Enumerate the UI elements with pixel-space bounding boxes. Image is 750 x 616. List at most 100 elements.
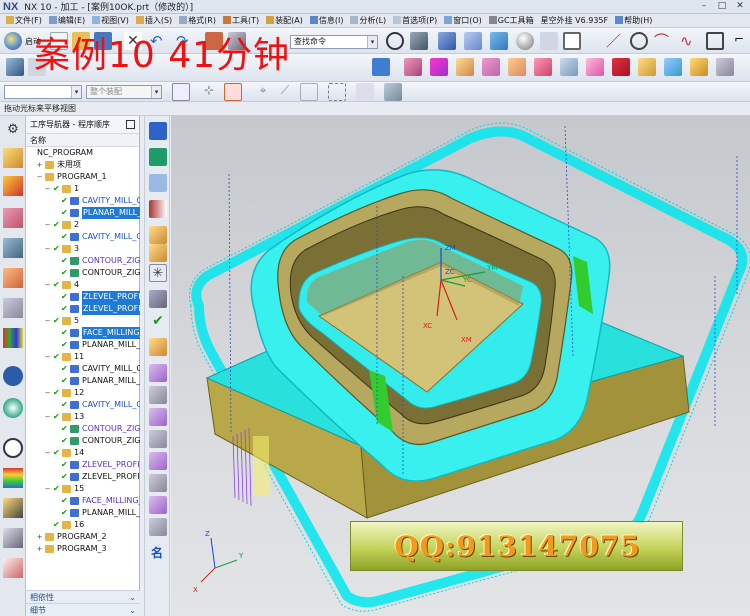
tree-row[interactable]: − ✔ 5 [26, 315, 140, 327]
machine-navigator-icon[interactable] [3, 176, 23, 196]
machine-tool-icon[interactable] [690, 58, 708, 76]
menu-assembly[interactable]: 装配(A) [264, 15, 305, 26]
tree-row[interactable]: − ✔ 12 [26, 387, 140, 399]
chevron-down-icon[interactable]: ▾ [367, 36, 377, 48]
collapse-icon[interactable]: − [44, 183, 51, 195]
menu-info[interactable]: 信息(I) [308, 15, 346, 26]
tree-row[interactable]: ✔ ZLEVEL_PROFILI [26, 459, 140, 471]
method-icon[interactable] [716, 58, 734, 76]
tree-row[interactable]: ✔ FACE_MILLING_ [26, 327, 140, 339]
curve-icon[interactable]: ∿ [680, 32, 698, 50]
tree-row[interactable]: ✔ CONTOUR_ZIGZ [26, 267, 140, 279]
tree-row[interactable]: ✔ CAVITY_MILL_C [26, 399, 140, 411]
tree-row[interactable]: − ✔ 4 [26, 279, 140, 291]
verify-path-icon[interactable] [430, 58, 448, 76]
tree-row[interactable]: − ✔ 14 [26, 447, 140, 459]
verify-check-icon[interactable]: ✔ [149, 312, 167, 330]
menu-gc-toolbox[interactable]: GC工具箱 [487, 15, 536, 26]
program-view-icon[interactable] [149, 174, 167, 192]
tree-row[interactable]: − ✔ 2 [26, 219, 140, 231]
postprocess-op-icon[interactable] [149, 338, 167, 356]
generate-icon[interactable] [149, 290, 167, 308]
view-style-icon[interactable] [563, 32, 581, 50]
tree-row[interactable]: ✔ CONTOUR_ZIGZ [26, 435, 140, 447]
chevron-down-icon[interactable]: ⌄ [129, 604, 136, 616]
expand-icon[interactable]: + [36, 159, 43, 171]
collapse-icon[interactable]: − [44, 483, 51, 495]
collapse-icon[interactable]: − [44, 315, 51, 327]
tree-row[interactable]: − ✔ 15 [26, 483, 140, 495]
history-icon[interactable] [3, 398, 23, 418]
tool-holder-icon[interactable] [638, 58, 656, 76]
create-method-icon[interactable] [149, 148, 167, 166]
method-view-icon[interactable] [149, 244, 167, 262]
rectangle-icon[interactable] [706, 32, 724, 50]
reuse-library-icon[interactable] [3, 298, 23, 318]
tree-row[interactable]: ✔ PLANAR_MILL_C [26, 507, 140, 519]
shop-doc-icon[interactable] [534, 58, 552, 76]
library-books-icon[interactable] [3, 328, 23, 348]
cube-view-icon[interactable] [490, 32, 508, 50]
create-program-icon[interactable] [6, 58, 24, 76]
collapse-icon[interactable]: − [44, 447, 51, 459]
menu-tools[interactable]: 工具(T) [221, 15, 261, 26]
arc-icon[interactable]: ⌒ [654, 32, 672, 50]
clock-icon[interactable] [3, 438, 23, 458]
tree-row[interactable]: ✔ PLANAR_MILL_C [26, 375, 140, 387]
geometry-view-icon[interactable] [149, 226, 167, 244]
tree-row[interactable]: − ✔ 13 [26, 411, 140, 423]
maximize-icon[interactable]: □ [714, 0, 730, 12]
menu-view[interactable]: 视图(V) [90, 15, 131, 26]
menu-file[interactable]: 文件(F) [4, 15, 44, 26]
sphere-icon[interactable] [516, 32, 534, 50]
cut-op-icon[interactable] [149, 386, 167, 404]
assembly-navigator-icon[interactable] [3, 238, 23, 258]
feature-navigator-icon[interactable] [3, 208, 23, 228]
role-icon[interactable] [3, 498, 23, 518]
tree-row[interactable]: + PROGRAM_2 [26, 531, 140, 543]
details-panel-toggle[interactable]: 细节 ⌄ [26, 603, 140, 616]
select-body-icon[interactable] [328, 83, 346, 101]
chevron-down-icon[interactable]: ▾ [151, 86, 161, 98]
layer-icon[interactable] [540, 32, 558, 50]
gear-icon[interactable]: ⚙ [3, 120, 23, 140]
create-operation-icon[interactable] [149, 122, 167, 140]
collapse-icon[interactable]: − [44, 351, 51, 363]
rename-label[interactable]: 名 [151, 544, 163, 561]
tree-row[interactable]: + 未用项 [26, 159, 140, 171]
select-all-icon[interactable]: ⌖ [254, 83, 272, 101]
type-filter-select[interactable]: ▾ [4, 85, 82, 99]
tree-row[interactable]: ✔ CONTOUR_ZIGZ [26, 423, 140, 435]
palette-icon[interactable] [3, 468, 23, 488]
expand-icon[interactable]: + [36, 531, 43, 543]
generate-path-icon[interactable] [404, 58, 422, 76]
collapse-icon[interactable]: − [44, 243, 51, 255]
start-icon[interactable] [4, 32, 22, 50]
tree-row[interactable]: ✔ PLANAR_MILL_C [26, 339, 140, 351]
collapse-icon[interactable]: − [44, 387, 51, 399]
tree-row[interactable]: ✔ ZLEVEL_PROFIL [26, 303, 140, 315]
machining-feature-icon[interactable] [3, 268, 23, 288]
select-curve-icon[interactable]: ⟋ [276, 83, 294, 101]
system-scene-icon[interactable] [3, 528, 23, 548]
create-geometry-icon[interactable] [372, 58, 390, 76]
tree-row[interactable]: − ✔ 11 [26, 351, 140, 363]
collapse-icon[interactable]: − [44, 411, 51, 423]
paste-op-icon[interactable] [149, 408, 167, 426]
zoom-icon[interactable] [386, 32, 404, 50]
transform-icon[interactable] [149, 518, 167, 536]
snap-point-icon[interactable] [172, 83, 190, 101]
menu-help[interactable]: 帮助(H) [613, 15, 654, 26]
stock-icon[interactable] [586, 58, 604, 76]
tool-view-icon[interactable] [149, 200, 167, 218]
menu-plugin[interactable]: 星空外挂 V6.935F [539, 15, 611, 26]
line-icon[interactable]: ／ [606, 32, 624, 50]
more-tools-icon[interactable]: ⌐ [730, 32, 748, 50]
close-icon[interactable]: ✕ [732, 0, 748, 12]
operation-navigator-icon[interactable] [3, 148, 23, 168]
tree-row[interactable]: ✔ PLANAR_MILL_C [26, 207, 140, 219]
book-icon[interactable] [664, 58, 682, 76]
column-header-name[interactable]: 名称 [26, 134, 139, 147]
rotate-view-icon[interactable] [410, 32, 428, 50]
output-cls-icon[interactable] [560, 58, 578, 76]
